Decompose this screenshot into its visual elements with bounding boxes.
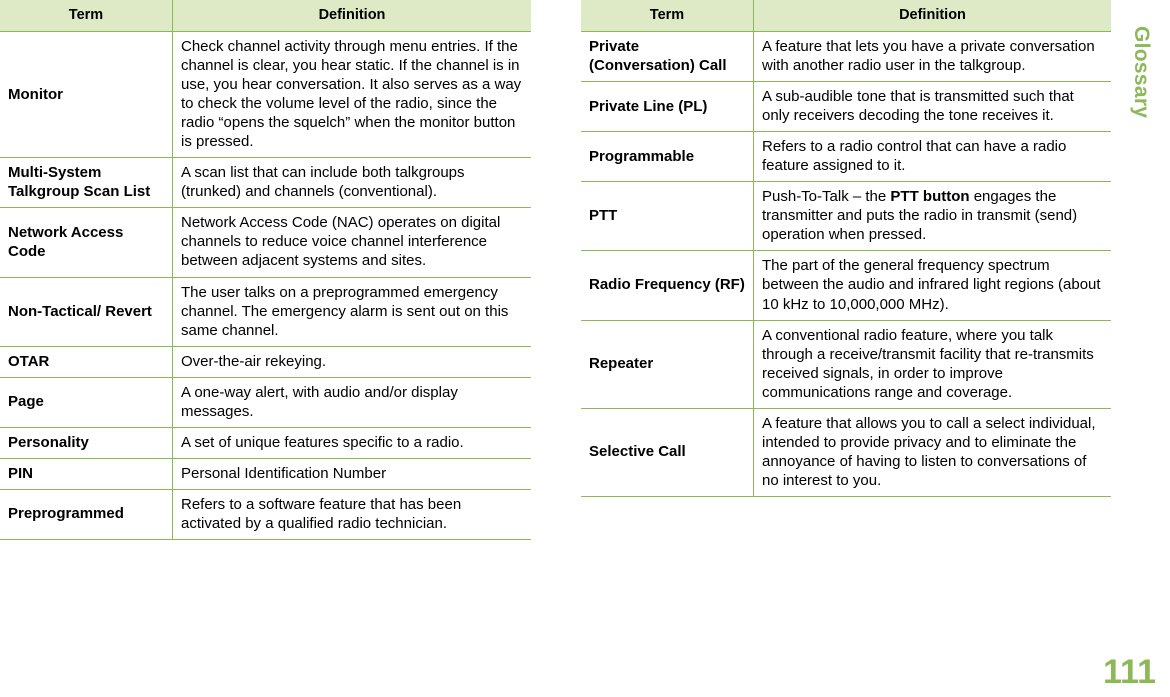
glossary-term: OTAR <box>0 345 173 378</box>
glossary-definition: A set of unique features specific to a r… <box>172 426 531 459</box>
table-body-left: Monitor Check channel activity through me… <box>0 30 531 540</box>
glossary-term: Non-Tactical/ Revert <box>0 276 173 347</box>
table-row: Page A one-way alert, with audio and/or d… <box>0 376 531 428</box>
glossary-definition: Check channel activity through menu entr… <box>172 30 531 159</box>
table-row: Monitor Check channel activity through me… <box>0 30 531 159</box>
glossary-term: Page <box>0 376 173 428</box>
table-row: Private (Conversation) Call A feature tha… <box>581 30 1111 83</box>
glossary-definition: Refers to a software feature that has be… <box>172 488 531 540</box>
table-header-row: Term Definition <box>0 0 531 32</box>
glossary-term: Repeater <box>581 319 754 409</box>
glossary-definition: The part of the general frequency spectr… <box>753 250 1111 321</box>
table-row: Radio Frequency (RF) The part of the gene… <box>581 250 1111 321</box>
glossary-term: Monitor <box>0 30 173 159</box>
glossary-definition: The user talks on a preprogrammed emerge… <box>172 276 531 347</box>
table-row: Preprogrammed Refers to a software featur… <box>0 488 531 540</box>
table-header-row: Term Definition <box>581 0 1111 32</box>
table-header-left: Term Definition <box>0 0 531 32</box>
table-body-right: Private (Conversation) Call A feature tha… <box>581 30 1111 497</box>
right-column: Term Definition Private (Conversation) C… <box>581 0 1111 497</box>
column-header-definition: Definition <box>172 0 531 32</box>
table-row: Personality A set of unique features spec… <box>0 426 531 459</box>
section-side-tab: Glossary <box>1112 0 1170 300</box>
glossary-definition: Push-To-Talk – the PTT button engages th… <box>753 181 1111 252</box>
table-row: OTAR Over-the-air rekeying. <box>0 345 531 378</box>
table-row: Multi-System Talkgroup Scan List A scan l… <box>0 157 531 209</box>
table-row: Programmable Refers to a radio control th… <box>581 131 1111 183</box>
glossary-table-right: Term Definition Private (Conversation) C… <box>581 0 1111 497</box>
table-row: Non-Tactical/ Revert The user talks on a … <box>0 276 531 347</box>
glossary-term: Private Line (PL) <box>581 81 754 133</box>
glossary-definition: Refers to a radio control that can have … <box>753 131 1111 183</box>
table-row: PTT Push-To-Talk – the PTT button engages… <box>581 181 1111 252</box>
glossary-term: Selective Call <box>581 407 754 497</box>
table-row: PIN Personal Identification Number <box>0 457 531 490</box>
glossary-term: PIN <box>0 457 173 490</box>
table-row: Repeater A conventional radio feature, wh… <box>581 319 1111 409</box>
glossary-definition: A one-way alert, with audio and/or displ… <box>172 376 531 428</box>
definition-emphasis: PTT button <box>890 188 970 206</box>
glossary-term: Private (Conversation) Call <box>581 30 754 83</box>
glossary-definition: A feature that lets you have a private c… <box>753 30 1111 83</box>
page-number: 111 <box>1103 653 1156 691</box>
glossary-page: Term Definition Monitor Check channel act… <box>0 0 1170 697</box>
glossary-term: Programmable <box>581 131 754 183</box>
glossary-table-left: Term Definition Monitor Check channel act… <box>0 0 531 540</box>
column-header-definition: Definition <box>753 0 1111 32</box>
glossary-term: Multi-System Talkgroup Scan List <box>0 157 173 209</box>
glossary-definition: A conventional radio feature, where you … <box>753 319 1111 409</box>
glossary-term: Network Access Code <box>0 207 173 278</box>
left-column: Term Definition Monitor Check channel act… <box>0 0 531 540</box>
table-header-right: Term Definition <box>581 0 1111 32</box>
glossary-definition: A feature that allows you to call a sele… <box>753 407 1111 497</box>
table-row: Network Access Code Network Access Code (… <box>0 207 531 278</box>
glossary-definition: A sub-audible tone that is transmitted s… <box>753 81 1111 133</box>
definition-text: Push-To-Talk – the <box>762 188 891 206</box>
glossary-definition: Over-the-air rekeying. <box>172 345 531 378</box>
glossary-term: Personality <box>0 426 173 459</box>
section-side-tab-label: Glossary <box>1130 26 1153 119</box>
glossary-term: Radio Frequency (RF) <box>581 250 754 321</box>
glossary-term: PTT <box>581 181 754 252</box>
column-header-term: Term <box>581 0 754 32</box>
table-row: Selective Call A feature that allows you … <box>581 407 1111 497</box>
table-row: Private Line (PL) A sub-audible tone that… <box>581 81 1111 133</box>
glossary-term: Preprogrammed <box>0 488 173 540</box>
column-header-term: Term <box>0 0 173 32</box>
glossary-definition: A scan list that can include both talkgr… <box>172 157 531 209</box>
glossary-definition: Personal Identification Number <box>172 457 531 490</box>
glossary-definition: Network Access Code (NAC) operates on di… <box>172 207 531 278</box>
